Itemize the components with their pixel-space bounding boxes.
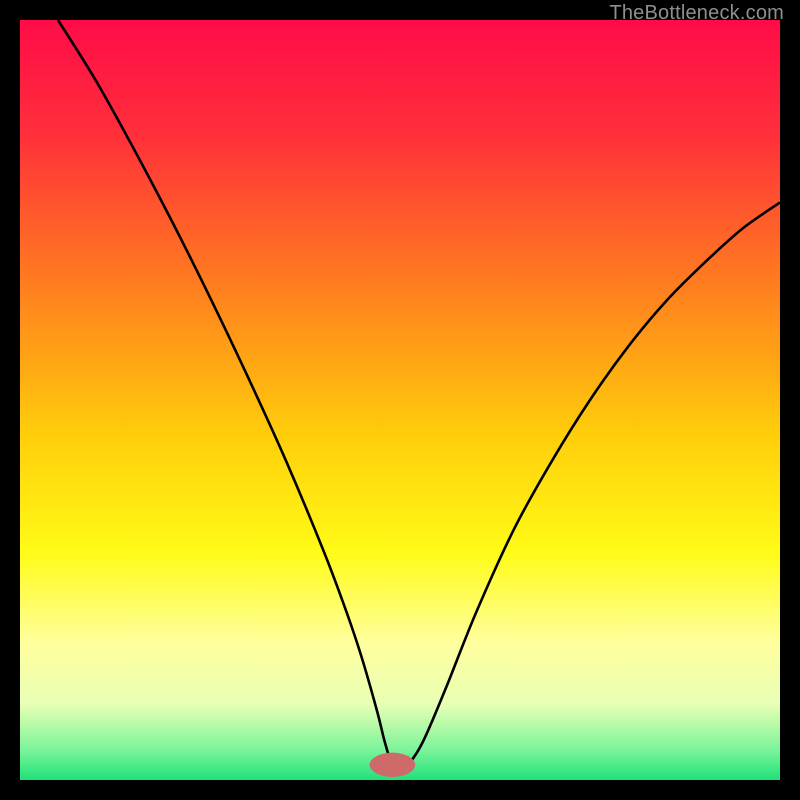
optimal-marker	[370, 753, 416, 777]
chart-svg	[20, 20, 780, 780]
chart-frame: TheBottleneck.com	[0, 0, 800, 800]
gradient-background	[20, 20, 780, 780]
bottleneck-chart	[20, 20, 780, 780]
